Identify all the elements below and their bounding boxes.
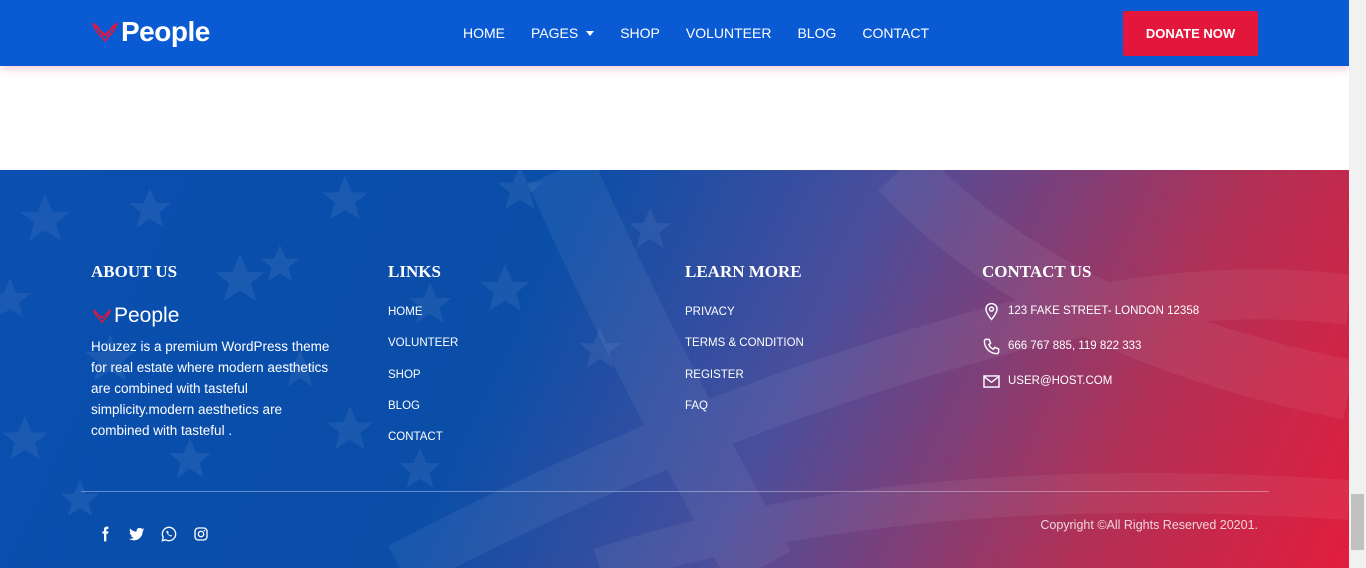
scrollbar-thumb[interactable] xyxy=(1351,494,1364,550)
chevron-down-icon xyxy=(586,30,595,36)
footer-links-list: HOME VOLUNTEER SHOP BLOG CONTACT xyxy=(388,306,588,462)
nav-pages-label: PAGES xyxy=(531,25,579,41)
footer-about-title: ABOUT US xyxy=(91,262,178,281)
contact-address: 123 FAKE STREET- LONDON 12358 xyxy=(982,302,1282,320)
nav-volunteer[interactable]: VOLUNTEER xyxy=(686,25,772,41)
facebook-icon[interactable] xyxy=(96,525,113,542)
nav-shop[interactable]: SHOP xyxy=(620,25,660,41)
footer-logo[interactable]: People xyxy=(91,304,341,328)
nav-contact[interactable]: CONTACT xyxy=(862,25,929,41)
footer-learn-more-title: LEARN MORE xyxy=(685,262,802,281)
donate-now-button[interactable]: DONATE NOW xyxy=(1123,11,1258,56)
footer-link-privacy[interactable]: PRIVACY xyxy=(685,306,885,337)
envelope-icon xyxy=(983,374,1000,388)
instagram-icon[interactable] xyxy=(192,525,209,542)
footer-link-blog[interactable]: BLOG xyxy=(388,400,588,431)
footer-links-column: LINKS HOME VOLUNTEER SHOP BLOG CONTACT xyxy=(388,262,588,462)
copyright-text: Copyright ©All Rights Reserved 20201. xyxy=(1040,518,1258,532)
site-footer: ABOUT US People Houzez is a premium Word… xyxy=(0,170,1349,568)
phone-icon xyxy=(983,338,1000,354)
footer-learn-more-list: PRIVACY TERMS & CONDITION REGISTER FAQ xyxy=(685,306,885,431)
page-scrollbar[interactable] xyxy=(1349,0,1366,568)
contact-email: USER@HOST.COM xyxy=(982,372,1282,390)
footer-learn-more-column: LEARN MORE PRIVACY TERMS & CONDITION REG… xyxy=(685,262,885,431)
map-pin-icon xyxy=(985,302,998,320)
main-nav: HOME PAGES SHOP VOLUNTEER BLOG CONTACT xyxy=(463,0,955,66)
logo-text: People xyxy=(121,16,210,47)
footer-logo-text: People xyxy=(114,304,180,327)
contact-phone-text: 666 767 885, 119 822 333 xyxy=(1008,340,1142,352)
footer-link-contact[interactable]: CONTACT xyxy=(388,431,588,462)
footer-link-terms[interactable]: TERMS & CONDITION xyxy=(685,337,885,368)
footer-link-faq[interactable]: FAQ xyxy=(685,400,885,431)
footer-link-register[interactable]: REGISTER xyxy=(685,369,885,400)
footer-links-title: LINKS xyxy=(388,262,441,281)
logo-wings-icon xyxy=(93,309,111,324)
contact-email-text[interactable]: USER@HOST.COM xyxy=(1008,375,1112,387)
footer-about-column: ABOUT US People Houzez is a premium Word… xyxy=(91,262,341,441)
twitter-icon[interactable] xyxy=(128,525,145,542)
site-header: People HOME PAGES SHOP VOLUNTEER BLOG CO… xyxy=(0,0,1349,66)
nav-home[interactable]: HOME xyxy=(463,25,505,41)
site-logo[interactable]: People xyxy=(90,16,210,48)
whatsapp-icon[interactable] xyxy=(160,525,177,542)
nav-blog[interactable]: BLOG xyxy=(797,25,836,41)
footer-link-home[interactable]: HOME xyxy=(388,306,588,337)
logo-wings-icon xyxy=(92,22,118,43)
contact-address-text: 123 FAKE STREET- LONDON 12358 xyxy=(1008,305,1200,317)
footer-link-shop[interactable]: SHOP xyxy=(388,369,588,400)
footer-link-volunteer[interactable]: VOLUNTEER xyxy=(388,337,588,368)
contact-phone: 666 767 885, 119 822 333 xyxy=(982,337,1282,355)
footer-divider xyxy=(81,491,1269,492)
footer-contact-column: CONTACT US 123 FAKE STREET- LONDON 12358… xyxy=(982,262,1282,407)
nav-pages[interactable]: PAGES xyxy=(531,25,595,41)
footer-about-text: Houzez is a premium WordPress theme for … xyxy=(91,339,330,438)
social-links xyxy=(96,525,224,542)
footer-contact-title: CONTACT US xyxy=(982,262,1092,281)
